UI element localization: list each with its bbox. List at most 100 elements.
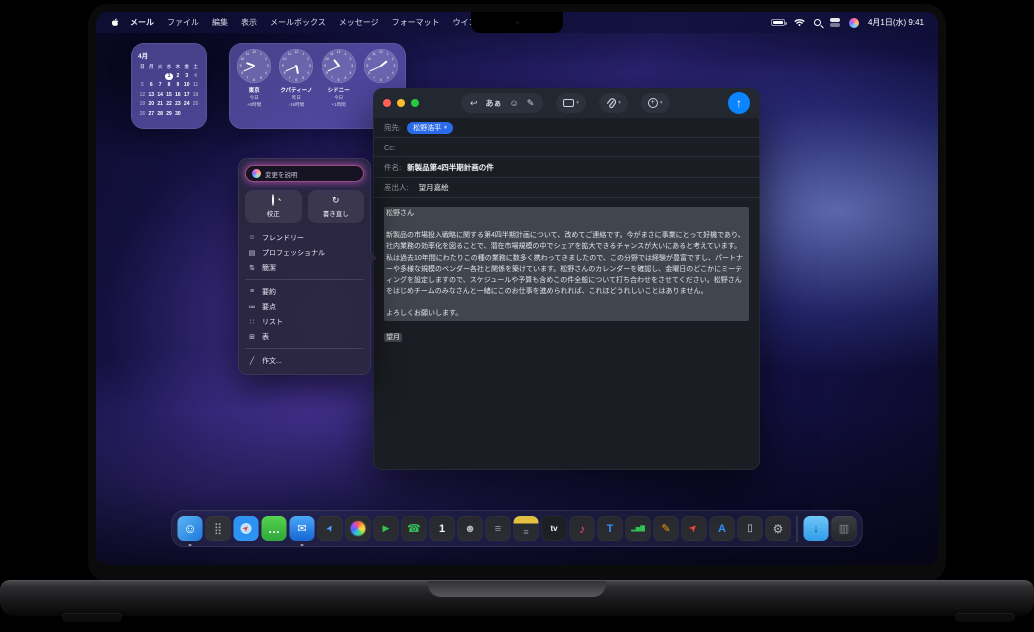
to-field[interactable]: 宛先: 松野浩平 ▾: [373, 118, 760, 138]
dock-item-facetime[interactable]: ▶: [374, 516, 399, 541]
siri-icon[interactable]: [849, 18, 859, 28]
calendar-day[interactable]: 3: [182, 73, 191, 80]
apple-menu-icon[interactable]: [110, 17, 120, 28]
calendar-day[interactable]: 17: [182, 92, 191, 99]
calendar-day[interactable]: 20: [147, 101, 156, 108]
menu-item-フォーマット[interactable]: フォーマット: [392, 17, 440, 28]
dock-item-maps[interactable]: ➤: [318, 516, 343, 541]
dock-item-trash[interactable]: ▥: [832, 516, 857, 541]
calendar-day[interactable]: 9: [173, 82, 182, 89]
minimize-button[interactable]: [397, 99, 405, 107]
calendar-day[interactable]: 24: [182, 101, 191, 108]
calendar-day[interactable]: 19: [138, 101, 147, 108]
writing-tools-icon[interactable]: ✎: [527, 98, 535, 108]
dock-item-settings[interactable]: ⚙: [766, 516, 791, 541]
calendar-day[interactable]: [156, 73, 165, 80]
dock-item-contacts[interactable]: ☻: [458, 516, 483, 541]
calendar-day[interactable]: 30: [173, 111, 182, 118]
calendar-day[interactable]: 13: [147, 92, 156, 99]
option-簡潔[interactable]: ⇅簡潔: [245, 260, 364, 275]
battery-icon[interactable]: [771, 19, 785, 26]
calendar-day[interactable]: [147, 73, 156, 80]
option-プロフェッショナル[interactable]: ▤プロフェッショナル: [245, 245, 364, 260]
dock-item-reminders[interactable]: ≡: [486, 516, 511, 541]
calendar-day[interactable]: 26: [138, 111, 147, 118]
zoom-button[interactable]: [411, 99, 419, 107]
calendar-day[interactable]: 4: [191, 73, 200, 80]
menu-item-表示[interactable]: 表示: [241, 17, 257, 28]
dock-item-downloads[interactable]: ↓: [804, 516, 829, 541]
dock-item-photos[interactable]: [346, 516, 371, 541]
option-要約[interactable]: ≡要約: [245, 284, 364, 299]
menu-item-ファイル[interactable]: ファイル: [167, 17, 199, 28]
spotlight-search-icon[interactable]: [814, 19, 821, 26]
emoji-icon[interactable]: ☺: [510, 98, 519, 108]
calendar-day[interactable]: 6: [147, 82, 156, 89]
calendar-day[interactable]: 16: [173, 92, 182, 99]
option-要点[interactable]: ≔要点: [245, 299, 364, 314]
calendar-day[interactable]: 28: [156, 111, 165, 118]
calendar-day[interactable]: 5: [138, 82, 147, 89]
dock-item-keynote[interactable]: T: [598, 516, 623, 541]
calendar-day[interactable]: 15: [165, 92, 174, 99]
rewrite-button[interactable]: ↻書き直し: [308, 190, 365, 223]
calendar-day[interactable]: 25: [191, 101, 200, 108]
dock-item-iphone-mirroring[interactable]: ▯: [738, 516, 763, 541]
dock-item-tv[interactable]: tv: [542, 516, 567, 541]
calendar-day[interactable]: 2: [173, 73, 182, 80]
calendar-widget[interactable]: 4月 日月火水木金土123456789101112131415161718192…: [131, 43, 207, 129]
message-body-editor[interactable]: 松野さん 新製品の市場投入戦略に関する第4四半期計画について、改めてご連絡です。…: [373, 198, 760, 352]
send-button[interactable]: ↑: [728, 92, 750, 114]
dock-item-mail[interactable]: ✉: [290, 516, 315, 541]
option-表[interactable]: ⊞表: [245, 329, 364, 344]
calendar-day[interactable]: 27: [147, 111, 156, 118]
subject-field[interactable]: 件名: 新製品第4四半期計画の件: [373, 157, 760, 178]
calendar-day[interactable]: 21: [156, 101, 165, 108]
undo-icon[interactable]: ↩: [470, 98, 478, 108]
dock-item-phone[interactable]: ☎: [402, 516, 427, 541]
dock-item-music[interactable]: ♪: [570, 516, 595, 541]
option-作文...[interactable]: ╱作文...: [245, 353, 364, 368]
proofread-button[interactable]: 校正: [245, 190, 302, 223]
calendar-day[interactable]: 10: [182, 82, 191, 89]
calendar-day[interactable]: 12: [138, 92, 147, 99]
calendar-day[interactable]: [182, 111, 191, 118]
describe-change-input[interactable]: 変更を説明: [245, 165, 364, 182]
calendar-day[interactable]: 7: [156, 82, 165, 89]
calendar-day[interactable]: 1: [165, 73, 174, 80]
dock-item-pages[interactable]: ✎: [654, 516, 679, 541]
recipient-token[interactable]: 松野浩平 ▾: [407, 122, 453, 134]
close-button[interactable]: [383, 99, 391, 107]
calendar-day[interactable]: 14: [156, 92, 165, 99]
wifi-icon[interactable]: [794, 18, 805, 27]
option-リスト[interactable]: ∷リスト: [245, 314, 364, 329]
dock-item-safari[interactable]: ➤: [234, 516, 259, 541]
dock-item-messages[interactable]: …: [262, 516, 287, 541]
calendar-day[interactable]: 22: [165, 101, 174, 108]
menu-item-メールボックス[interactable]: メールボックス: [270, 17, 326, 28]
dock-item-numbers[interactable]: ▂▅▇: [626, 516, 651, 541]
option-フレンドリー[interactable]: ☺フレンドリー: [245, 230, 364, 245]
dock-item-finder[interactable]: ☺: [178, 516, 203, 541]
calendar-day[interactable]: 23: [173, 101, 182, 108]
calendar-day[interactable]: 18: [191, 92, 200, 99]
calendar-day[interactable]: 29: [165, 111, 174, 118]
from-field[interactable]: 差出人: 望月嘉絵: [373, 178, 760, 198]
format-text-button[interactable]: あぁ: [486, 98, 502, 109]
cc-field[interactable]: Cc:: [373, 138, 760, 157]
control-center-icon[interactable]: [830, 18, 840, 27]
photo-browser-button[interactable]: ▾: [556, 93, 586, 113]
menu-item-編集[interactable]: 編集: [212, 17, 228, 28]
dock-item-launchpad[interactable]: ⣿: [206, 516, 231, 541]
dock-item-rocket[interactable]: ➤: [682, 516, 707, 541]
dock-item-app-store[interactable]: A: [710, 516, 735, 541]
calendar-day[interactable]: 11: [191, 82, 200, 89]
dock-item-notes[interactable]: ≡: [514, 516, 539, 541]
menu-item-メール[interactable]: メール: [130, 17, 154, 28]
dock-item-calendar[interactable]: 1: [430, 516, 455, 541]
calendar-day[interactable]: [191, 111, 200, 118]
menu-bar-clock[interactable]: 4月1日(水) 9:41: [868, 17, 924, 28]
attachment-button[interactable]: ▾: [599, 93, 628, 113]
insert-button[interactable]: + ▾: [641, 93, 670, 113]
calendar-day[interactable]: [138, 73, 147, 80]
